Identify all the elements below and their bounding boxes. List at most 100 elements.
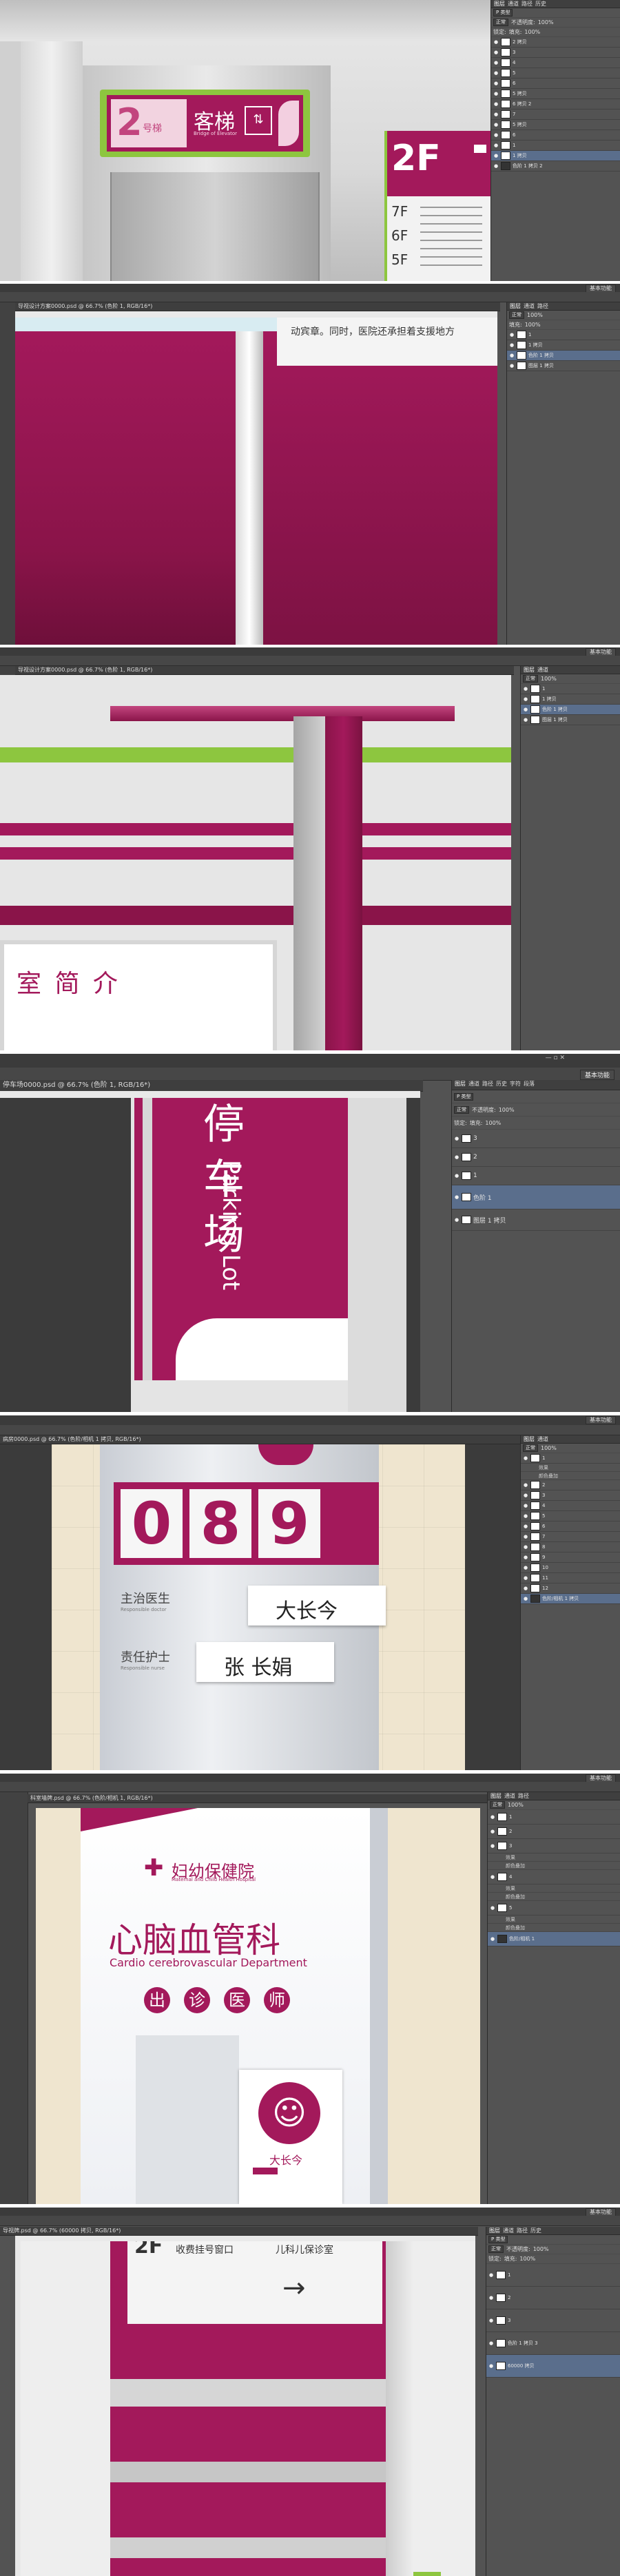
tab-history[interactable]: 历史 <box>530 2227 541 2234</box>
tab-channels[interactable]: 通道 <box>537 1435 548 1443</box>
layer-row[interactable]: ● 3 <box>452 1130 620 1148</box>
layer-row[interactable]: ● 1 <box>486 2264 620 2287</box>
document-tab[interactable]: 科室墙牌.psd @ 66.7% (色阶/相机 1, RGB/16*) <box>28 1794 488 1803</box>
eye-icon[interactable]: ● <box>523 1575 528 1581</box>
layer-row-selected[interactable]: ● 色阶 1 拷贝 <box>521 705 620 715</box>
eye-icon[interactable]: ● <box>490 1829 495 1834</box>
eye-icon[interactable]: ● <box>490 1843 495 1849</box>
layer-row[interactable]: ● 3 <box>486 2309 620 2332</box>
eye-icon[interactable]: ● <box>493 132 499 138</box>
opacity-value[interactable]: 100% <box>499 1107 515 1113</box>
eye-icon[interactable]: ● <box>523 1565 528 1570</box>
eye-icon[interactable]: ● <box>523 1503 528 1508</box>
eye-icon[interactable]: ● <box>523 707 528 712</box>
eye-icon[interactable]: ● <box>488 2363 494 2369</box>
layer-row[interactable]: ● 4 <box>488 1870 620 1884</box>
layer-row[interactable]: ● 2 <box>521 1480 620 1490</box>
layer-row[interactable]: ● 4 <box>491 58 620 68</box>
tab-paths[interactable]: 路径 <box>537 302 548 310</box>
tab-layers[interactable]: 图层 <box>455 1080 466 1090</box>
tab-layers[interactable]: 图层 <box>494 0 505 8</box>
eye-icon[interactable]: ● <box>493 101 499 107</box>
layer-row[interactable]: ● 6 拷贝 2 <box>491 99 620 110</box>
eye-icon[interactable]: ● <box>490 1936 495 1942</box>
tab-channels[interactable]: 通道 <box>508 0 519 8</box>
effect-row[interactable]: 颜色叠加 <box>488 1862 620 1870</box>
tab-paragraph[interactable]: 段落 <box>524 1080 535 1090</box>
canvas-directional[interactable]: 2F 收费挂号窗口 儿科儿保诊室 → <box>21 2241 475 2576</box>
layer-row[interactable]: ● 5 <box>491 68 620 79</box>
tab-layers[interactable]: 图层 <box>524 666 535 674</box>
layer-row[interactable]: ● 图层 1 拷贝 <box>507 361 620 371</box>
layer-row[interactable]: ● 5 拷贝 <box>491 89 620 99</box>
layer-row[interactable]: ● 色阶 1 拷贝 3 <box>486 2332 620 2355</box>
eye-icon[interactable]: ● <box>523 1544 528 1550</box>
layer-row[interactable]: ● 1 <box>488 1810 620 1825</box>
tab-paths[interactable]: 路径 <box>482 1080 493 1090</box>
eye-icon[interactable]: ● <box>509 332 515 337</box>
eye-icon[interactable]: ● <box>490 1814 495 1820</box>
eye-icon[interactable]: ● <box>490 1905 495 1911</box>
tool-strip[interactable] <box>0 1792 28 2204</box>
effect-row[interactable]: 效果 <box>521 1464 620 1472</box>
tab-character[interactable]: 字符 <box>510 1080 521 1090</box>
canvas-elevator[interactable]: 2 号梯 客梯 Bridge of Elevator ⇅ 2F 7F 6F 5F <box>0 0 490 281</box>
effect-row[interactable]: 颜色叠加 <box>521 1472 620 1480</box>
tab-paths[interactable]: 路径 <box>521 0 533 8</box>
layer-row[interactable]: ● 3 <box>491 48 620 58</box>
layer-row[interactable]: ● 5 拷贝 <box>491 120 620 130</box>
kind-filter-select[interactable]: P 类型 <box>493 9 513 17</box>
tab-channels[interactable]: 通道 <box>504 1792 515 1800</box>
eye-icon[interactable]: ● <box>493 60 499 65</box>
layer-row[interactable]: ● 7 <box>521 1532 620 1542</box>
eye-icon[interactable]: ● <box>488 2272 494 2278</box>
document-tab[interactable]: 停车场0000.psd @ 66.7% (色阶 1, RGB/16*) <box>0 1080 423 1092</box>
eye-icon[interactable]: ● <box>523 1596 528 1601</box>
blend-mode-select[interactable]: 正常 <box>493 19 508 26</box>
opacity-value[interactable]: 100% <box>541 676 557 682</box>
layer-row[interactable]: ● 2 <box>486 2287 620 2309</box>
fill-value[interactable]: 100% <box>519 2256 535 2262</box>
layer-row[interactable]: ● 5 <box>521 1511 620 1521</box>
layer-row[interactable]: ● 2 <box>452 1148 620 1167</box>
kind-filter-select[interactable]: P 类型 <box>488 2236 508 2243</box>
kind-filter-select[interactable]: P 类型 <box>454 1092 474 1101</box>
opacity-value[interactable]: 100% <box>538 19 554 25</box>
tab-history[interactable]: 历史 <box>535 0 546 8</box>
window-controls[interactable]: — ▫ ✕ <box>546 1055 565 1061</box>
workspace-button[interactable]: 基本功能 <box>579 1070 614 1080</box>
blend-mode-select[interactable]: 正常 <box>490 1801 505 1809</box>
layer-row[interactable]: ● 1 <box>491 141 620 151</box>
layer-row[interactable]: ● 8 <box>521 1542 620 1552</box>
eye-icon[interactable]: ● <box>509 353 515 358</box>
layer-row[interactable]: ● 3 <box>521 1490 620 1501</box>
eye-icon[interactable]: ● <box>523 1482 528 1488</box>
tab-paths[interactable]: 路径 <box>517 2227 528 2234</box>
opacity-value[interactable]: 100% <box>527 312 543 318</box>
canvas-frame[interactable]: 室 简 介 <box>0 675 511 1050</box>
effect-row[interactable]: 颜色叠加 <box>488 1893 620 1901</box>
eye-icon[interactable]: ● <box>493 39 499 45</box>
tab-channels[interactable]: 通道 <box>537 666 548 674</box>
effect-row[interactable]: 效果 <box>488 1853 620 1862</box>
eye-icon[interactable]: ● <box>454 1154 459 1160</box>
eye-icon[interactable]: ● <box>488 2318 494 2323</box>
eye-icon[interactable]: ● <box>493 112 499 117</box>
eye-icon[interactable]: ● <box>493 91 499 96</box>
layer-row[interactable]: ● 图层 1 拷贝 <box>452 1209 620 1231</box>
document-tab[interactable]: 导视牌.psd @ 66.7% (60000 拷贝, RGB/16*) <box>0 2227 478 2236</box>
layer-row[interactable]: ● 6 <box>491 79 620 89</box>
canvas-parking[interactable]: 停 车 场 Parking Lot <box>0 1098 420 1412</box>
blend-mode-select[interactable]: 正常 <box>523 675 538 683</box>
tab-layers[interactable]: 图层 <box>489 2227 500 2234</box>
opacity-value[interactable]: 100% <box>508 1802 524 1808</box>
layer-row-selected[interactable]: ● 色阶 1 拷贝 <box>507 351 620 361</box>
blend-mode-select[interactable]: 正常 <box>509 311 524 319</box>
document-tab[interactable]: 病房0000.psd @ 66.7% (色阶/相机 1 拷贝, RGB/16*) <box>0 1435 523 1444</box>
opacity-value[interactable]: 100% <box>541 1445 557 1451</box>
tab-layers[interactable]: 图层 <box>524 1435 535 1443</box>
layer-row[interactable]: ● 1 <box>452 1167 620 1185</box>
eye-icon[interactable]: ● <box>523 1524 528 1529</box>
effect-row[interactable]: 效果 <box>488 1884 620 1893</box>
layer-row[interactable]: ● 1 <box>521 1453 620 1464</box>
